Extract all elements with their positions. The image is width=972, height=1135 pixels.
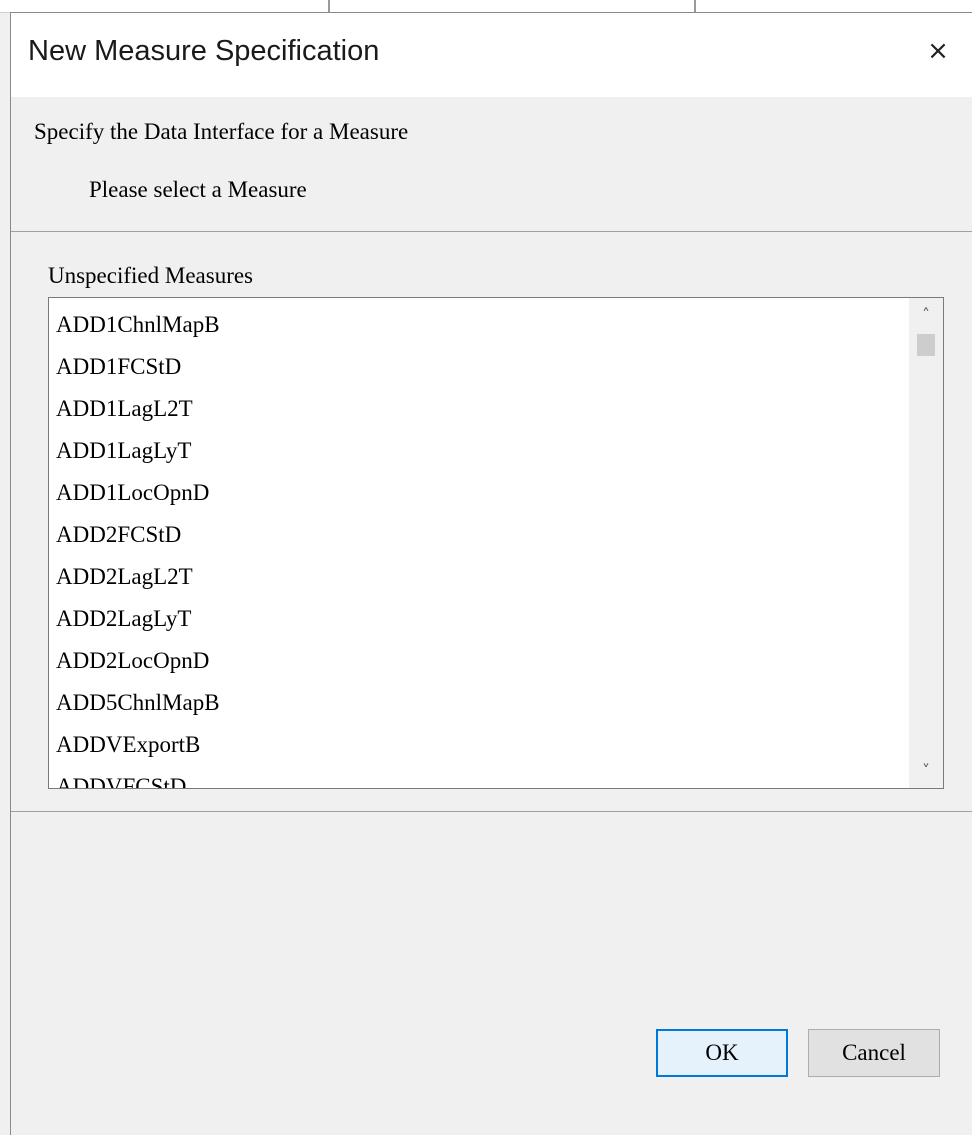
list-item[interactable]: ADD1ChnlMapB — [52, 304, 904, 346]
list-items: ADD1ChnlMapB ADD1FCStD ADD1LagL2T ADD1LagLy… — [52, 304, 904, 788]
footer-divider — [11, 811, 972, 812]
title-bar[interactable]: New Measure Specification × — [11, 13, 972, 97]
unspecified-measures-list[interactable]: ADD1ChnlMapB ADD1FCStD ADD1LagL2T ADD1LagLy… — [48, 297, 944, 789]
ok-button[interactable]: OK — [656, 1029, 788, 1077]
screen: New Measure Specification × Specify the … — [0, 0, 972, 1135]
background-column-divider — [694, 0, 696, 12]
list-item[interactable]: ADD2FCStD — [52, 514, 904, 556]
list-item[interactable]: ADD2LocOpnD — [52, 640, 904, 682]
cancel-button[interactable]: Cancel — [808, 1029, 940, 1077]
scroll-thumb[interactable] — [917, 334, 935, 356]
wizard-header: Specify the Data Interface for a Measure… — [11, 97, 972, 232]
list-item[interactable]: ADD1LagL2T — [52, 388, 904, 430]
list-item[interactable]: ADD1LocOpnD — [52, 472, 904, 514]
chevron-down-icon[interactable]: ˅ — [909, 756, 943, 786]
close-icon[interactable]: × — [918, 31, 958, 71]
header-heading: Specify the Data Interface for a Measure — [34, 119, 409, 144]
list-item[interactable]: ADD1FCStD — [52, 346, 904, 388]
dialog-title: New Measure Specification — [28, 35, 380, 67]
list-item[interactable]: ADD5ChnlMapB — [52, 682, 904, 724]
background-column-divider — [328, 0, 330, 12]
list-item[interactable]: ADDVFCStD — [52, 766, 904, 788]
new-measure-dialog: New Measure Specification × Specify the … — [10, 12, 972, 1135]
list-label: Unspecified Measures — [48, 263, 254, 288]
header-subheading: Please select a Measure — [89, 177, 307, 202]
list-item[interactable]: ADD1LagLyT — [52, 430, 904, 472]
vertical-scrollbar[interactable]: ˄ ˅ — [909, 298, 943, 788]
list-item[interactable]: ADD2LagLyT — [52, 598, 904, 640]
chevron-up-icon[interactable]: ˄ — [909, 300, 943, 330]
list-item[interactable]: ADDVExportB — [52, 724, 904, 766]
list-item[interactable]: ADD2LagL2T — [52, 556, 904, 598]
